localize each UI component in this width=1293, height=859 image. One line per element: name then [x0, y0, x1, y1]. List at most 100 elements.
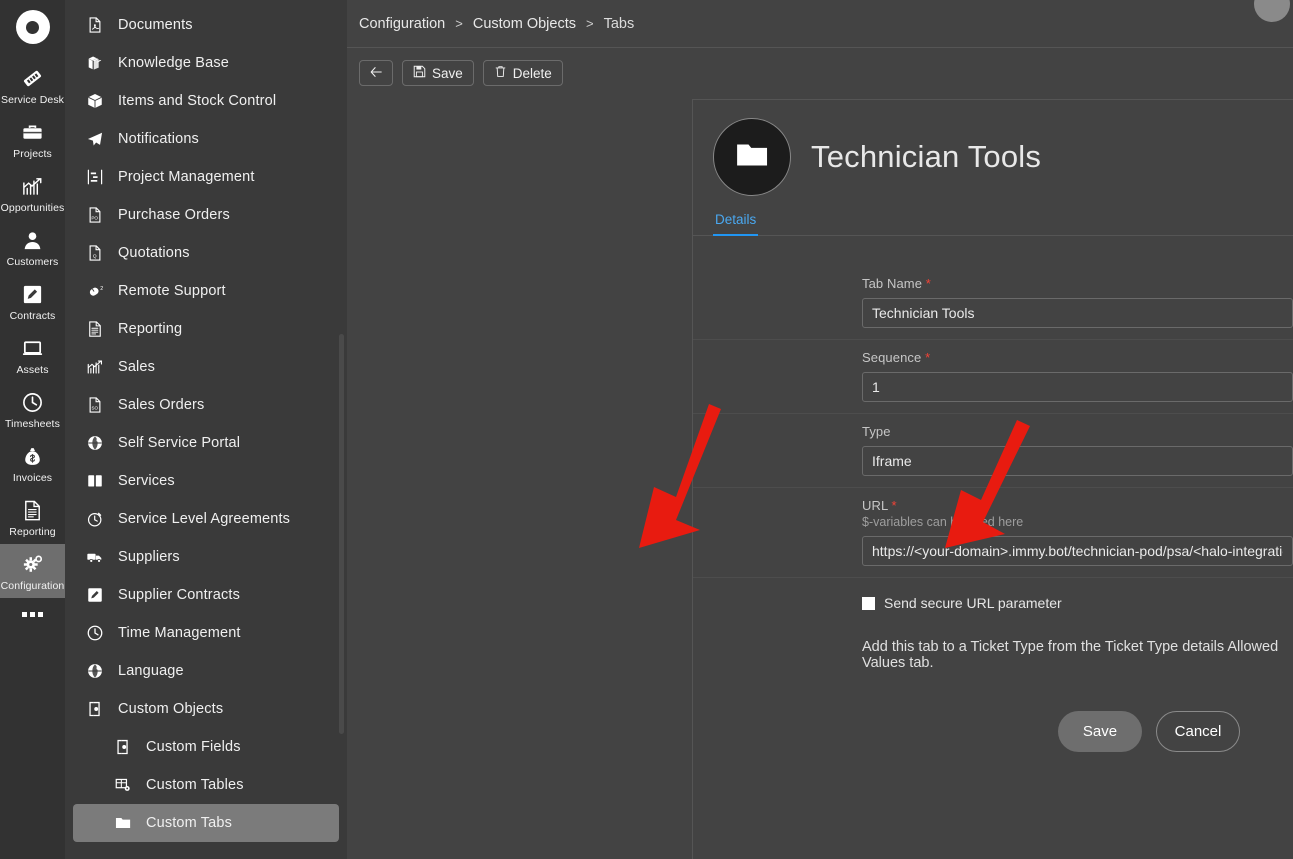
required-asterisk: *: [926, 276, 931, 291]
action-toolbar: Save Delete: [347, 48, 1293, 98]
svg-text:Q: Q: [93, 254, 97, 260]
rail-item-invoices[interactable]: Invoices: [0, 436, 65, 490]
record-card: Technician Tools Details Tab Name * Sequ…: [692, 99, 1293, 859]
sidebar-item-custom-fields[interactable]: Custom Fields: [73, 728, 339, 766]
rail-item-configuration[interactable]: Configuration: [0, 544, 65, 598]
rail-item-contracts[interactable]: Contracts: [0, 274, 65, 328]
sidebar-item-custom-tables[interactable]: Custom Tables: [73, 766, 339, 804]
app-root: Service DeskProjectsOpportunitiesCustome…: [0, 0, 1293, 859]
form-save-button[interactable]: Save: [1058, 711, 1142, 752]
sidebar-item-sales[interactable]: Sales: [73, 348, 339, 386]
tab-name-input[interactable]: [862, 298, 1293, 328]
sidebar-item-label: Custom Objects: [118, 701, 223, 717]
field-row-sequence: Sequence *: [693, 340, 1293, 414]
detail-tabs: Details: [713, 212, 1293, 236]
sidebar-item-label: Custom Tables: [146, 777, 244, 793]
sidebar-item-label: Custom Fields: [146, 739, 241, 755]
sequence-input[interactable]: [862, 372, 1293, 402]
secure-param-checkbox[interactable]: [862, 597, 875, 610]
required-asterisk: *: [892, 498, 897, 513]
sidebar-item-notifications[interactable]: Notifications: [73, 120, 339, 158]
sidebar-item-time-management[interactable]: Time Management: [73, 614, 339, 652]
save-button-label: Save: [432, 66, 463, 81]
sidebar-item-label: Remote Support: [118, 283, 226, 299]
sidebar-item-label: Services: [118, 473, 175, 489]
rail-item-assets[interactable]: Assets: [0, 328, 65, 382]
sidebar-item-self-service-portal[interactable]: Self Service Portal: [73, 424, 339, 462]
type-label: Type: [862, 414, 1293, 439]
sidebar-item-label: Sales Orders: [118, 397, 204, 413]
main-content: Configuration > Custom Objects > Tabs Sa…: [347, 0, 1293, 859]
sequence-label-text: Sequence: [862, 350, 921, 365]
sidebar-item-quotations[interactable]: QQuotations: [73, 234, 339, 272]
pencil-square-icon: [85, 585, 105, 605]
paper-plane-icon: [85, 129, 105, 149]
truck-icon: [85, 547, 105, 567]
sidebar-item-label: Self Service Portal: [118, 435, 240, 451]
record-header: Technician Tools: [693, 100, 1293, 196]
breadcrumb-item-tabs[interactable]: Tabs: [604, 16, 635, 32]
sidebar-item-label: Documents: [118, 17, 193, 33]
save-button[interactable]: Save: [402, 60, 474, 86]
sidebar-item-documents[interactable]: Documents: [73, 6, 339, 44]
form-cancel-button[interactable]: Cancel: [1156, 711, 1240, 752]
rail-item-timesheets[interactable]: Timesheets: [0, 382, 65, 436]
rail-item-label: Configuration: [1, 580, 65, 592]
sidebar-item-project-management[interactable]: Project Management: [73, 158, 339, 196]
sidebar-item-service-level-agreements[interactable]: Service Level Agreements: [73, 500, 339, 538]
secure-param-label: Send secure URL parameter: [884, 595, 1062, 611]
breadcrumb-item-custom-objects[interactable]: Custom Objects: [473, 16, 576, 32]
sidebar-item-label: Project Management: [118, 169, 255, 185]
rail-item-reporting[interactable]: Reporting: [0, 490, 65, 544]
tab-details[interactable]: Details: [713, 212, 758, 236]
avatar[interactable]: [1254, 0, 1290, 22]
delete-button-label: Delete: [513, 66, 552, 81]
url-hint: $-variables can be used here: [862, 515, 1293, 529]
gantt-icon: [85, 167, 105, 187]
sidebar-item-label: Time Management: [118, 625, 241, 641]
rail-item-customers[interactable]: Customers: [0, 220, 65, 274]
delete-button[interactable]: Delete: [483, 60, 563, 86]
rail-item-projects[interactable]: Projects: [0, 112, 65, 166]
globe-icon: [85, 433, 105, 453]
bar-chart-up-icon: [20, 173, 46, 199]
url-input[interactable]: [862, 536, 1293, 566]
sidebar-item-items-and-stock-control[interactable]: Items and Stock Control: [73, 82, 339, 120]
rail-item-opportunities[interactable]: Opportunities: [0, 166, 65, 220]
back-button[interactable]: [359, 60, 393, 86]
primary-nav-rail: Service DeskProjectsOpportunitiesCustome…: [0, 0, 65, 859]
sidebar-item-purchase-orders[interactable]: POPurchase Orders: [73, 196, 339, 234]
table-settings-icon: [113, 775, 133, 795]
sidebar-item-supplier-contracts[interactable]: Supplier Contracts: [73, 576, 339, 614]
secondary-nav-scrollbar[interactable]: [339, 334, 344, 734]
folder-icon: [113, 813, 133, 833]
floppy-disk-icon: [413, 65, 426, 81]
po-document-icon: PO: [85, 205, 105, 225]
app-logo[interactable]: [16, 10, 50, 44]
rail-item-label: Contracts: [10, 310, 56, 322]
breadcrumb-item-configuration[interactable]: Configuration: [359, 16, 445, 32]
sidebar-item-label: Knowledge Base: [118, 55, 229, 71]
pencil-square-icon: [20, 281, 46, 307]
field-row-type: Type: [693, 414, 1293, 488]
sidebar-item-suppliers[interactable]: Suppliers: [73, 538, 339, 576]
sidebar-item-language[interactable]: Language: [73, 652, 339, 690]
more-options-icon[interactable]: [22, 612, 43, 617]
sidebar-item-custom-objects[interactable]: Custom Objects: [73, 690, 339, 728]
sidebar-item-label: Suppliers: [118, 549, 180, 565]
sidebar-item-sales-orders[interactable]: SOSales Orders: [73, 386, 339, 424]
sidebar-item-services[interactable]: Services: [73, 462, 339, 500]
breadcrumb: Configuration > Custom Objects > Tabs: [347, 0, 1293, 48]
sidebar-item-custom-tabs[interactable]: Custom Tabs: [73, 804, 339, 842]
sidebar-item-knowledge-base[interactable]: Knowledge Base: [73, 44, 339, 82]
sidebar-item-reporting[interactable]: Reporting: [73, 310, 339, 348]
rail-item-service-desk[interactable]: Service Desk: [0, 58, 65, 112]
sidebar-item-remote-support[interactable]: 2Remote Support: [73, 272, 339, 310]
sidebar-item-label: Sales: [118, 359, 155, 375]
secure-param-row[interactable]: Send secure URL parameter: [693, 578, 1293, 611]
trash-icon: [494, 65, 507, 81]
rail-item-label: Reporting: [9, 526, 55, 538]
type-input[interactable]: [862, 446, 1293, 476]
laptop-icon: [20, 335, 46, 361]
url-label: URL *: [862, 488, 1293, 513]
